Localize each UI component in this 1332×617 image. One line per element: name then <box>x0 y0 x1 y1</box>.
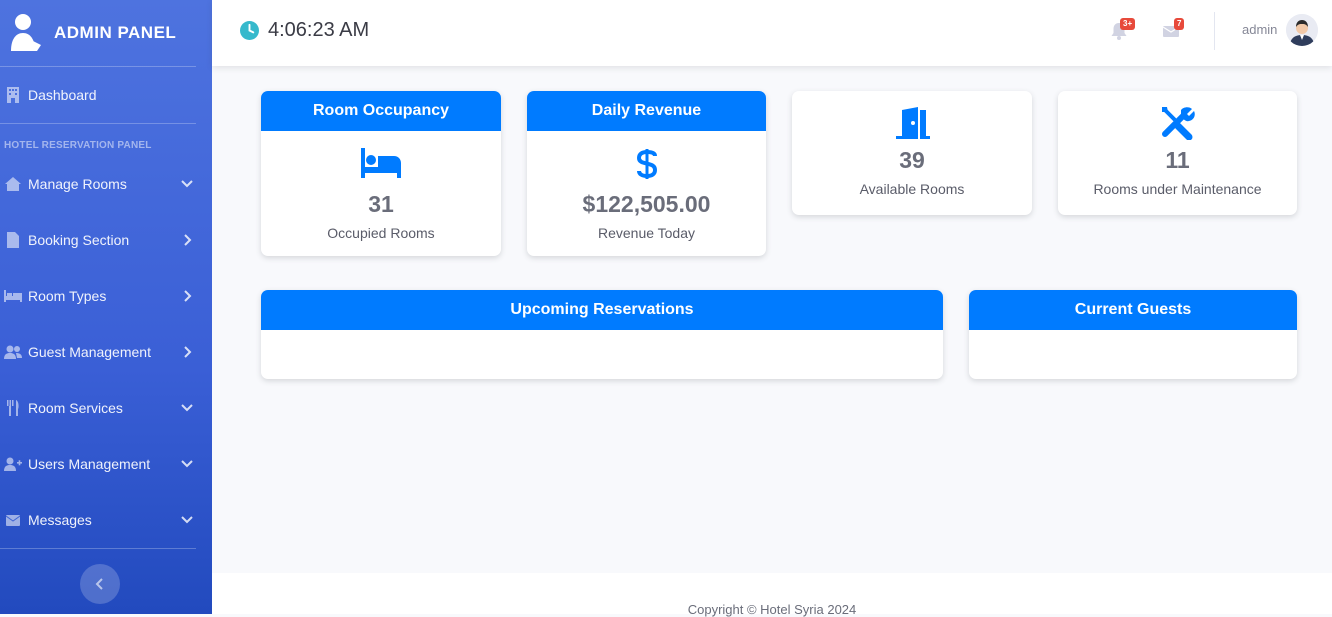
panel-title: Upcoming Reservations <box>261 290 943 330</box>
maintenance-card: 11 Rooms under Maintenance <box>1058 91 1297 215</box>
sidebar-item-users-management[interactable]: Users Management <box>0 436 212 492</box>
revenue-today-value: $122,505.00 <box>582 191 711 217</box>
sidebar-item-label: Booking Section <box>28 232 130 248</box>
revenue-today-label: Revenue Today <box>597 225 696 241</box>
available-rooms-card: 39 Available Rooms <box>792 91 1032 215</box>
available-rooms-value: 39 <box>899 147 925 173</box>
card-title: Daily Revenue <box>527 91 766 131</box>
sidebar-item-dashboard[interactable]: Dashboard <box>0 67 212 123</box>
bed-icon <box>4 288 22 304</box>
tools-icon <box>1161 107 1195 141</box>
sidebar-item-room-services[interactable]: Room Services <box>0 380 212 436</box>
card-title: Room Occupancy <box>261 91 501 131</box>
sidebar-item-manage-rooms[interactable]: Manage Rooms <box>0 156 212 212</box>
sidebar-item-label: Manage Rooms <box>28 176 127 192</box>
sidebar-item-label: Dashboard <box>28 87 97 103</box>
copyright-text: Copyright © Hotel Syria 2024 <box>687 602 857 617</box>
utensils-icon <box>4 400 22 416</box>
occupied-rooms-label: Occupied Rooms <box>327 225 435 241</box>
sidebar: ADMIN PANEL Dashboard HOTEL RESERVATION … <box>0 0 212 614</box>
chevron-down-icon <box>180 457 194 471</box>
sidebar-heading: HOTEL RESERVATION PANEL <box>4 140 152 151</box>
bed-icon <box>361 148 401 178</box>
sidebar-item-label: Guest Management <box>28 344 151 360</box>
chevron-right-icon <box>180 345 194 359</box>
user-avatar-icon <box>1286 14 1318 46</box>
maintenance-rooms-value: 11 <box>1165 147 1190 173</box>
envelope-icon <box>4 512 22 528</box>
home-icon <box>4 176 22 192</box>
sidebar-item-room-types[interactable]: Room Types <box>0 268 212 324</box>
chevron-left-icon <box>95 578 103 590</box>
alerts-badge: 3+ <box>1120 18 1136 30</box>
dollar-icon <box>636 149 657 179</box>
messages-badge: 7 <box>1174 18 1185 30</box>
sidebar-divider <box>0 548 196 549</box>
current-guests-panel: Current Guests <box>969 290 1297 379</box>
brand[interactable]: ADMIN PANEL <box>0 0 212 66</box>
upcoming-reservations-panel: Upcoming Reservations <box>261 290 943 379</box>
users-icon <box>4 344 22 360</box>
topbar: 4:06:23 AM 3+ 7 admin <box>212 0 1332 66</box>
user-plus-icon <box>4 456 22 472</box>
sidebar-item-booking-section[interactable]: Booking Section <box>0 212 212 268</box>
admin-user-icon <box>11 14 41 51</box>
messages-button[interactable]: 7 <box>1162 18 1185 40</box>
user-name[interactable]: admin <box>1242 22 1277 37</box>
avatar[interactable] <box>1286 14 1318 46</box>
sidebar-item-label: Users Management <box>28 456 151 472</box>
footer: Copyright © Hotel Syria 2024 <box>212 573 1332 617</box>
clock-time: 4:06:23 AM <box>268 19 370 41</box>
maintenance-rooms-label: Rooms under Maintenance <box>1093 181 1262 197</box>
occupied-rooms-value: 31 <box>368 191 394 217</box>
chevron-right-icon <box>180 289 194 303</box>
chevron-down-icon <box>180 513 194 527</box>
sidebar-item-label: Room Services <box>28 400 123 416</box>
sidebar-toggle-button[interactable] <box>80 564 120 604</box>
clock-icon <box>240 21 259 40</box>
door-open-icon <box>896 107 930 139</box>
brand-title: ADMIN PANEL <box>54 23 177 42</box>
clock: 4:06:23 AM <box>240 19 369 42</box>
building-icon <box>4 87 22 103</box>
alerts-button[interactable]: 3+ <box>1110 18 1136 40</box>
file-icon <box>4 232 22 248</box>
chevron-right-icon <box>180 233 194 247</box>
sidebar-item-label: Room Types <box>28 288 107 304</box>
panel-title: Current Guests <box>969 290 1297 330</box>
sidebar-item-guest-management[interactable]: Guest Management <box>0 324 212 380</box>
available-rooms-label: Available Rooms <box>859 181 965 197</box>
chevron-down-icon <box>180 177 194 191</box>
topbar-divider <box>1214 12 1215 50</box>
sidebar-item-label: Messages <box>28 512 92 528</box>
sidebar-item-messages[interactable]: Messages <box>0 492 212 548</box>
daily-revenue-card: Daily Revenue $122,505.00 Revenue Today <box>527 91 766 256</box>
chevron-down-icon <box>180 401 194 415</box>
room-occupancy-card: Room Occupancy 31 Occupied Rooms <box>261 91 501 256</box>
